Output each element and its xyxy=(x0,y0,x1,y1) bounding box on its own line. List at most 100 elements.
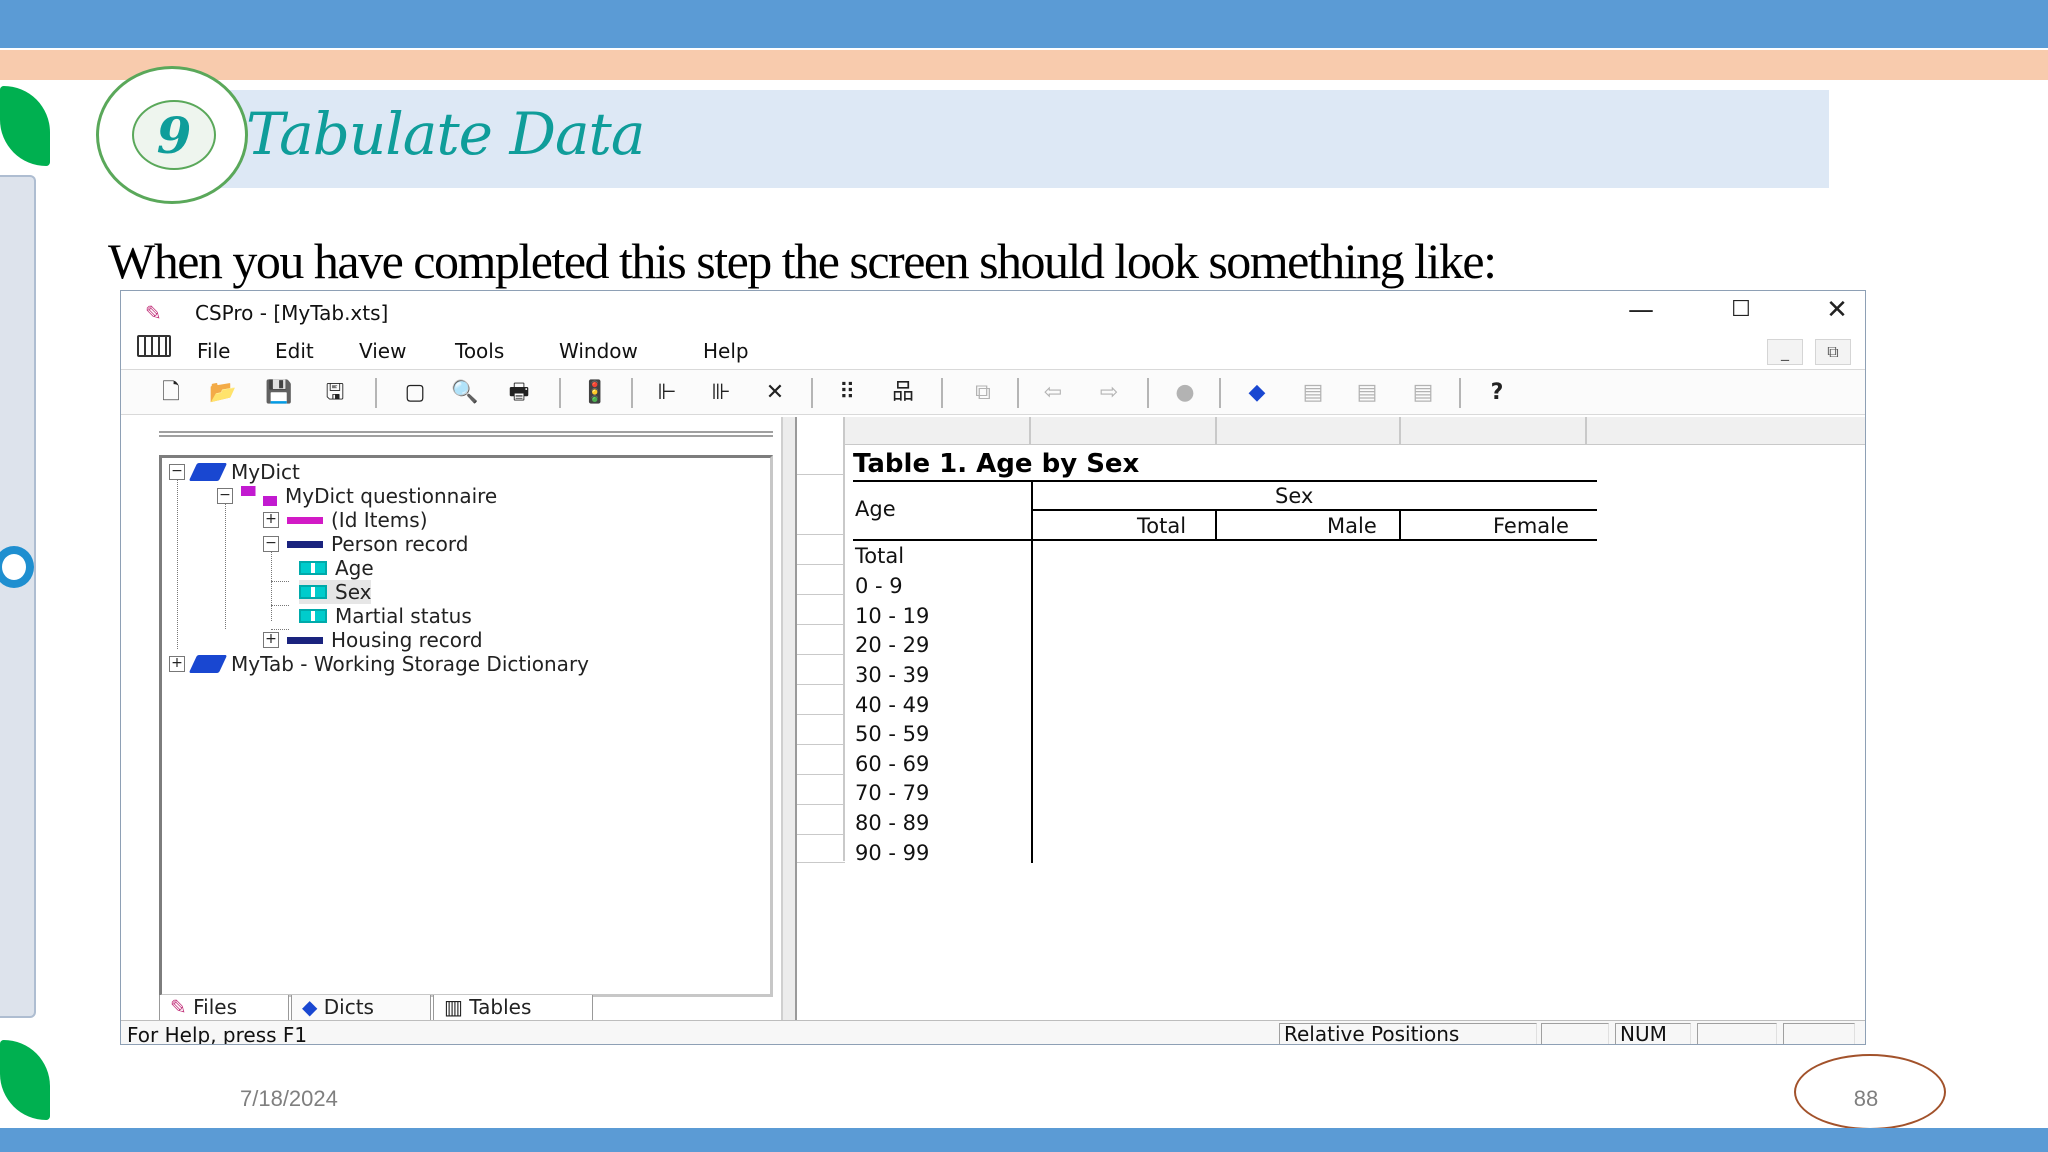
row-header-cell[interactable] xyxy=(797,685,845,715)
run-traffic-light-icon[interactable]: 🚦 xyxy=(579,378,611,408)
minimize-button[interactable]: — xyxy=(1621,295,1661,325)
delete-icon[interactable]: ✕ xyxy=(759,378,791,408)
row-header-cell[interactable] xyxy=(797,715,845,745)
tree-node-id-items[interactable]: + (Id Items) xyxy=(263,508,428,532)
open-folder-icon[interactable]: 📂 xyxy=(207,378,239,408)
stub-row[interactable]: 50 - 59 xyxy=(855,722,929,746)
row-header-cell[interactable] xyxy=(797,565,845,595)
expand-icon[interactable]: + xyxy=(169,656,185,672)
grid-icon[interactable]: ⠿ xyxy=(831,378,863,408)
toolbar-separator xyxy=(1017,378,1019,408)
spanner-sex[interactable]: Sex xyxy=(1275,484,1313,508)
table-title[interactable]: Table 1. Age by Sex xyxy=(853,449,1139,479)
column-male[interactable]: Male xyxy=(1327,514,1377,538)
tree-node-sex[interactable]: Sex xyxy=(299,580,372,604)
column-total[interactable]: Total xyxy=(1137,514,1186,538)
mdi-restore-button[interactable]: ⧉ xyxy=(1815,339,1851,365)
toolbar-separator xyxy=(941,378,943,408)
menu-tools[interactable]: Tools xyxy=(455,339,504,363)
tree-node-age[interactable]: Age xyxy=(299,556,374,580)
frame-icon[interactable]: ▢ xyxy=(399,378,431,408)
previous-icon[interactable]: ⇦ xyxy=(1037,378,1069,408)
row-header-cell[interactable] xyxy=(797,625,845,655)
row-header-cell[interactable] xyxy=(797,745,845,775)
stub-row[interactable]: 60 - 69 xyxy=(855,752,929,776)
menu-file[interactable]: File xyxy=(197,339,230,363)
collapse-icon[interactable]: − xyxy=(169,464,185,480)
print-icon[interactable]: 🖶 xyxy=(503,378,535,408)
stub-head-age[interactable]: Age xyxy=(855,497,896,521)
forms-icon[interactable]: ▤ xyxy=(1297,378,1329,408)
column-header-cell[interactable] xyxy=(1031,417,1217,445)
tree-node-marital-status[interactable]: Martial status xyxy=(299,604,472,628)
tab-tables[interactable]: ▥ Tables xyxy=(433,995,593,1023)
row-header-cell[interactable] xyxy=(797,805,845,835)
save-all-icon[interactable]: 🖫 xyxy=(319,378,351,408)
next-icon[interactable]: ⇨ xyxy=(1093,378,1125,408)
tree-insert-icon[interactable]: ⊩ xyxy=(651,378,683,408)
tree-node-housing-record[interactable]: + Housing record xyxy=(263,628,483,652)
status-pane xyxy=(1783,1023,1855,1044)
hierarchy-icon[interactable]: 品 xyxy=(887,378,919,408)
window-title: CSPro - [MyTab.xts] xyxy=(195,301,389,325)
document-menu-icon[interactable] xyxy=(137,335,171,357)
pane-splitter[interactable] xyxy=(781,417,797,1021)
column-female[interactable]: Female xyxy=(1493,514,1569,538)
tree-node-mydict[interactable]: − MyDict xyxy=(169,460,300,484)
side-decoration xyxy=(0,175,36,1018)
row-header-cell[interactable] xyxy=(797,835,845,863)
stub-row[interactable]: 90 - 99 xyxy=(855,841,929,865)
row-header-cell[interactable] xyxy=(797,775,845,805)
stub-row[interactable]: 30 - 39 xyxy=(855,663,929,687)
print-preview-icon[interactable]: 🔍 xyxy=(449,378,481,408)
files-icon: ✎ xyxy=(170,995,194,1019)
collapse-icon[interactable]: − xyxy=(263,536,279,552)
tab-files[interactable]: ✎ Files xyxy=(159,995,289,1023)
row-header-cell[interactable] xyxy=(797,595,845,625)
expand-icon[interactable]: + xyxy=(263,632,279,648)
stub-row[interactable]: 0 - 9 xyxy=(855,574,903,598)
tab-dicts[interactable]: ◆ Dicts xyxy=(291,995,431,1023)
save-icon[interactable]: 💾 xyxy=(263,378,295,408)
column-header-cell[interactable] xyxy=(1217,417,1401,445)
item-icon xyxy=(299,609,327,623)
table-rule xyxy=(1215,511,1217,539)
menu-edit[interactable]: Edit xyxy=(275,339,314,363)
slide-date: 7/18/2024 xyxy=(240,1086,338,1111)
row-header-cell[interactable] xyxy=(797,655,845,685)
stub-row[interactable]: 40 - 49 xyxy=(855,693,929,717)
column-header-cell[interactable] xyxy=(845,417,1031,445)
stub-row[interactable]: Total xyxy=(855,544,904,568)
menu-window[interactable]: Window xyxy=(559,339,638,363)
tree-node-questionnaire[interactable]: − MyDict questionnaire xyxy=(217,484,497,508)
tree-node-person-record[interactable]: − Person record xyxy=(263,532,468,556)
tree-move-icon[interactable]: ⊪ xyxy=(705,378,737,408)
collapse-icon[interactable]: − xyxy=(217,488,233,504)
menu-help[interactable]: Help xyxy=(703,339,749,363)
mdi-minimize-button[interactable]: _ xyxy=(1767,339,1803,365)
row-header-cell[interactable] xyxy=(797,445,845,475)
tree-node-working-storage[interactable]: + MyTab - Working Storage Dictionary xyxy=(169,652,589,676)
batch-icon[interactable]: ▤ xyxy=(1407,378,1439,408)
menu-view[interactable]: View xyxy=(359,339,406,363)
stub-row[interactable]: 10 - 19 xyxy=(855,604,929,628)
maximize-button[interactable]: ☐ xyxy=(1721,295,1761,325)
dictionary-book-icon[interactable]: ◆ xyxy=(1241,378,1273,408)
stub-row[interactable]: 70 - 79 xyxy=(855,781,929,805)
table-rule xyxy=(853,539,1597,541)
stub-row[interactable]: 20 - 29 xyxy=(855,633,929,657)
status-num-lock: NUM xyxy=(1615,1023,1691,1044)
step-number: 9 xyxy=(132,100,216,170)
help-icon[interactable]: ? xyxy=(1481,378,1513,408)
close-button[interactable]: ✕ xyxy=(1817,295,1857,325)
tables-icon[interactable]: ▤ xyxy=(1351,378,1383,408)
column-header-cell[interactable] xyxy=(1401,417,1587,445)
stop-icon[interactable]: ● xyxy=(1169,378,1201,408)
new-file-icon[interactable]: 🗋 xyxy=(155,378,187,408)
expand-icon[interactable]: + xyxy=(263,512,279,528)
copy-table-icon[interactable]: ⧉ xyxy=(967,378,999,408)
tree-node-label: MyTab - Working Storage Dictionary xyxy=(231,652,589,676)
stub-row[interactable]: 80 - 89 xyxy=(855,811,929,835)
row-header-cell[interactable] xyxy=(797,535,845,565)
row-header-cell[interactable] xyxy=(797,475,845,535)
